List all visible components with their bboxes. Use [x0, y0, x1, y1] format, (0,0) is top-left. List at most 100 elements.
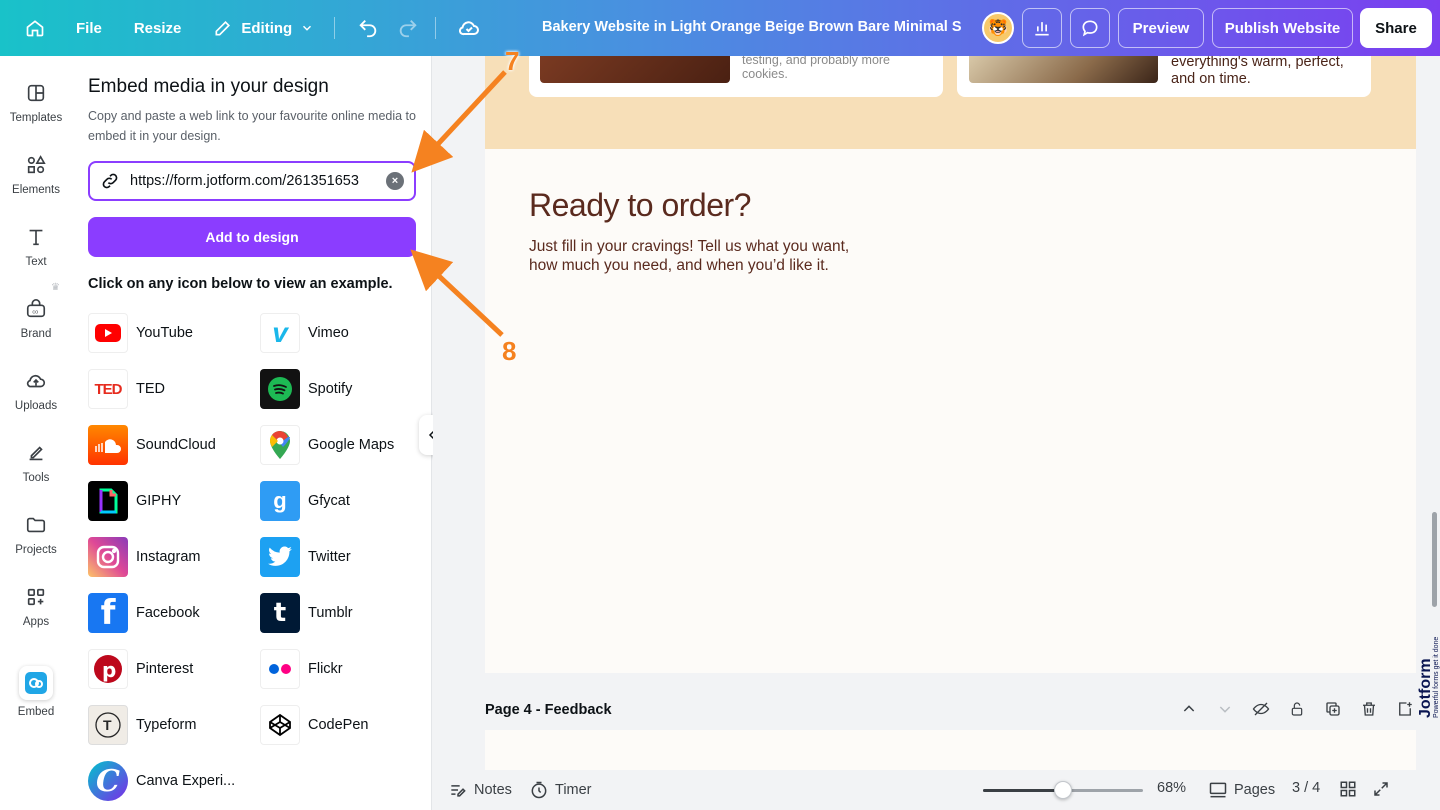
service-vimeo[interactable]: v Vimeo [260, 313, 349, 353]
service-label: Google Maps [308, 437, 395, 453]
grid-icon [1340, 781, 1356, 797]
zoom-slider[interactable] [983, 781, 1143, 799]
service-instagram[interactable]: Instagram [88, 537, 200, 577]
service-typeform[interactable]: T Typeform [88, 705, 196, 745]
embed-panel: Embed media in your design Copy and past… [72, 56, 432, 810]
elements-icon [23, 152, 49, 178]
service-label: Vimeo [308, 325, 349, 341]
rail-embed[interactable]: Embed [0, 656, 72, 726]
embed-url-input[interactable] [130, 173, 386, 189]
service-giphy[interactable]: GIPHY [88, 481, 181, 521]
rail-projects[interactable]: Projects [0, 502, 72, 572]
preview-button[interactable]: Preview [1118, 8, 1204, 48]
soundcloud-icon [88, 425, 128, 465]
rail-apps[interactable]: Apps [0, 574, 72, 644]
fullscreen-button[interactable] [1372, 780, 1390, 798]
share-button[interactable]: Share [1360, 8, 1432, 48]
service-canva-experience[interactable]: C Canva Experi... [88, 761, 235, 801]
projects-icon [23, 512, 49, 538]
home-button[interactable] [16, 9, 54, 47]
lock-icon[interactable] [1286, 698, 1308, 720]
trash-icon[interactable] [1358, 698, 1380, 720]
rail-label: Projects [15, 544, 57, 556]
service-google-maps[interactable]: Google Maps [260, 425, 394, 465]
svg-text:T: T [103, 717, 112, 733]
service-spotify[interactable]: Spotify [260, 369, 352, 409]
page-4-canvas[interactable] [485, 730, 1416, 770]
panel-description: Copy and paste a web link to your favour… [88, 109, 416, 143]
divider [435, 17, 437, 39]
service-flickr[interactable]: Flickr [260, 649, 343, 689]
pages-button[interactable]: Pages [1208, 780, 1275, 800]
timer-button[interactable]: Timer [529, 780, 592, 800]
timer-icon [531, 781, 547, 799]
add-to-design-button[interactable]: Add to design [88, 217, 416, 257]
google-maps-icon [260, 425, 300, 465]
avatar[interactable]: 🐯 [982, 12, 1014, 44]
embed-url-field[interactable]: × [88, 161, 416, 201]
canvas-scrollbar[interactable] [1432, 512, 1437, 607]
comments-button[interactable] [1070, 8, 1110, 48]
rail-brand[interactable]: co Brand [0, 286, 72, 356]
design-canvas: testing, and probably more cookies. ever… [433, 56, 1440, 770]
grid-view-button[interactable] [1339, 780, 1357, 798]
rail-tools[interactable]: Tools [0, 430, 72, 500]
testimonial-card[interactable]: everything's warm, perfect, and on time. [957, 56, 1371, 97]
rail-uploads[interactable]: Uploads [0, 358, 72, 428]
apps-icon [23, 584, 49, 610]
notes-button[interactable]: Notes [448, 780, 512, 800]
youtube-icon [88, 313, 128, 353]
rail-text[interactable]: Text [0, 214, 72, 284]
rail-label: Text [25, 256, 47, 268]
rail-elements[interactable]: Elements [0, 142, 72, 212]
redo-button[interactable] [391, 11, 425, 45]
annotation-step-8: 8 [502, 336, 517, 366]
service-gfycat[interactable]: g Gfycat [260, 481, 350, 521]
add-page-icon[interactable] [1394, 698, 1416, 720]
service-pinterest[interactable]: p Pinterest [88, 649, 193, 689]
clear-icon[interactable]: × [386, 172, 404, 190]
service-twitter[interactable]: Twitter [260, 537, 351, 577]
spotify-icon [260, 369, 300, 409]
testimonial-card[interactable]: testing, and probably more cookies. [529, 56, 943, 97]
insights-button[interactable] [1022, 8, 1062, 48]
top-bar: File Resize Editing Bakery Website in Li… [0, 0, 1440, 56]
editing-mode-button[interactable]: Editing [203, 10, 324, 46]
chevron-down-icon[interactable] [1214, 698, 1236, 720]
service-codepen[interactable]: CodePen [260, 705, 368, 745]
codepen-icon [260, 705, 300, 745]
service-label: Gfycat [308, 493, 350, 509]
service-label: CodePen [308, 717, 369, 733]
cloud-save-button[interactable] [452, 11, 486, 45]
rail-templates[interactable]: Templates [0, 70, 72, 140]
file-menu[interactable]: File [66, 12, 112, 45]
divider [334, 17, 336, 39]
ready-to-order-heading: Ready to order? [529, 187, 751, 223]
flickr-icon [260, 649, 300, 689]
brand-icon: co [23, 296, 49, 322]
comment-icon [1082, 20, 1098, 37]
uploads-icon [23, 368, 49, 394]
service-label: Tumblr [308, 605, 353, 621]
svg-text:co: co [32, 310, 38, 316]
page-4-title[interactable]: Page 4 - Feedback [485, 702, 612, 718]
resize-button[interactable]: Resize [124, 12, 192, 45]
zoom-slider-handle[interactable] [1054, 781, 1072, 799]
chevron-up-icon[interactable] [1178, 698, 1200, 720]
service-facebook[interactable]: f Facebook [88, 593, 200, 633]
hide-icon[interactable] [1250, 698, 1272, 720]
service-label: GIPHY [136, 493, 182, 509]
service-tumblr[interactable]: t Tumblr [260, 593, 353, 633]
publish-website-button[interactable]: Publish Website [1212, 8, 1353, 48]
order-section[interactable]: Ready to order? Just fill in your cravin… [485, 149, 1416, 673]
left-rail: Templates Elements Text co Brand ♛ Uploa… [0, 56, 72, 810]
tools-icon [23, 440, 49, 466]
notes-label: Notes [474, 782, 512, 798]
duplicate-icon[interactable] [1322, 698, 1344, 720]
service-soundcloud[interactable]: SoundCloud [88, 425, 216, 465]
document-title[interactable]: Bakery Website in Light Orange Beige Bro… [542, 19, 962, 35]
service-youtube[interactable]: YouTube [88, 313, 193, 353]
zoom-level[interactable]: 68% [1157, 780, 1186, 796]
service-ted[interactable]: TED TED [88, 369, 165, 409]
undo-button[interactable] [351, 11, 385, 45]
